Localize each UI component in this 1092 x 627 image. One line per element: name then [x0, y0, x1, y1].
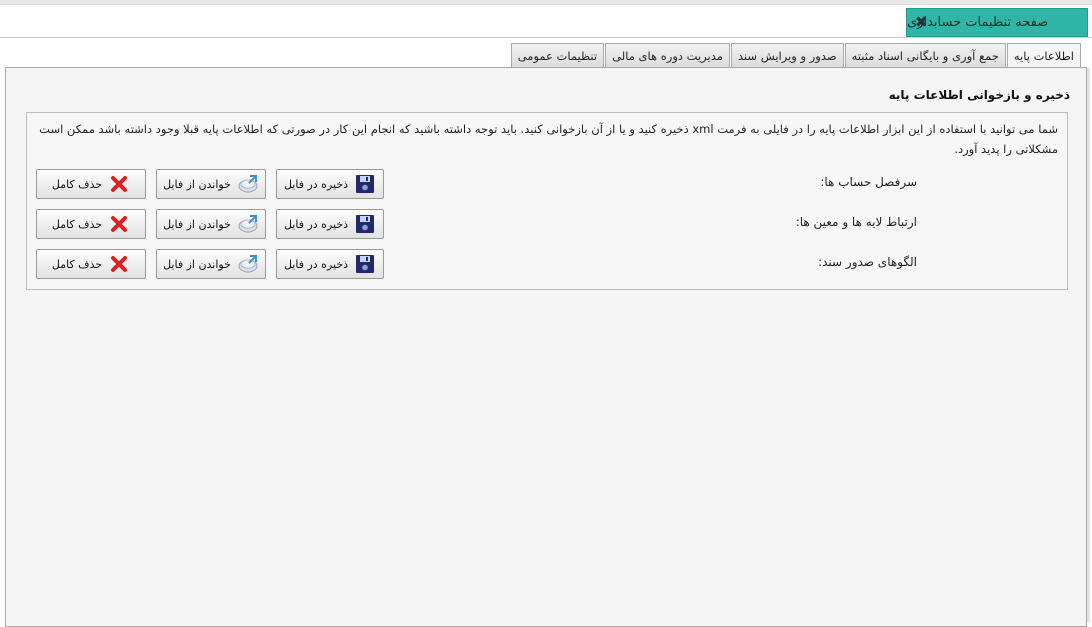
tab-label: مدیریت دوره های مالی	[612, 48, 723, 63]
scrollbar-edge[interactable]	[1087, 68, 1090, 622]
tab-voucher-issue-edit[interactable]: صدور و ویرایش سند	[730, 43, 844, 67]
tab-fiscal-periods[interactable]: مدیریت دوره های مالی	[605, 43, 730, 67]
close-icon[interactable]: ✖	[915, 15, 928, 30]
row-layers-and-subsidiaries: ارتباط لایه ها و معین ها: ذخیره در فایل …	[36, 209, 1067, 239]
section-title: ذخیره و بازخوانی اطلاعات پایه	[888, 88, 1070, 102]
button-label: خواندن از فایل	[163, 177, 231, 191]
header-divider	[0, 37, 1092, 38]
row-label: سرفصل حساب ها:	[820, 175, 917, 189]
basic-info-fieldset: شما می توانید با استفاده از این ابزار اط…	[26, 112, 1068, 290]
tab-label: تنظیمات عمومی	[517, 48, 598, 63]
button-label: ذخیره در فایل	[283, 257, 349, 271]
read-from-file-button[interactable]: خواندن از فایل	[156, 249, 266, 279]
button-label: خواندن از فایل	[163, 217, 231, 231]
tab-basic-info[interactable]: اطلاعات پایه	[1006, 43, 1081, 68]
window-title: صفحه تنظیمات حسابداری	[907, 15, 1049, 30]
row-label: ارتباط لایه ها و معین ها:	[795, 215, 917, 229]
delete-all-button[interactable]: حذف کامل	[36, 249, 146, 279]
load-file-icon	[237, 214, 259, 234]
tab-label: صدور و ویرایش سند	[737, 48, 837, 63]
button-label: حذف کامل	[51, 177, 103, 191]
button-label: ذخیره در فایل	[283, 177, 349, 191]
read-from-file-button[interactable]: خواندن از فایل	[156, 169, 266, 199]
delete-all-button[interactable]: حذف کامل	[36, 209, 146, 239]
save-to-file-button[interactable]: ذخیره در فایل	[276, 209, 384, 239]
read-from-file-button[interactable]: خواندن از فایل	[156, 209, 266, 239]
delete-all-button[interactable]: حذف کامل	[36, 169, 146, 199]
red-x-icon	[108, 174, 130, 194]
floppy-disk-icon	[354, 254, 376, 274]
save-to-file-button[interactable]: ذخیره در فایل	[276, 169, 384, 199]
tab-general-settings[interactable]: تنظیمات عمومی	[510, 43, 605, 67]
floppy-disk-icon	[354, 174, 376, 194]
row-label: الگوهای صدور سند:	[818, 255, 917, 269]
button-label: خواندن از فایل	[163, 257, 231, 271]
button-label: حذف کامل	[51, 257, 103, 271]
button-label: حذف کامل	[51, 217, 103, 231]
section-description: شما می توانید با استفاده از این ابزار اط…	[39, 122, 1058, 156]
tab-strip: اطلاعات پایه جمع آوری و بایگانی اسناد مث…	[510, 43, 1081, 68]
top-strip	[0, 0, 1092, 5]
tab-supporting-documents[interactable]: جمع آوری و بایگانی اسناد مثبته	[844, 43, 1006, 67]
red-x-icon	[108, 214, 130, 234]
button-label: ذخیره در فایل	[283, 217, 349, 231]
window-title-tab: ✖ صفحه تنظیمات حسابداری	[906, 8, 1088, 37]
row-voucher-templates: الگوهای صدور سند: ذخیره در فایل خواندن ا…	[36, 249, 1067, 279]
floppy-disk-icon	[354, 214, 376, 234]
row-chart-of-accounts: سرفصل حساب ها: ذخیره در فایل خواندن از ف…	[36, 169, 1067, 199]
load-file-icon	[237, 174, 259, 194]
tab-panel: ذخیره و بازخوانی اطلاعات پایه شما می توا…	[5, 67, 1087, 627]
red-x-icon	[108, 254, 130, 274]
save-to-file-button[interactable]: ذخیره در فایل	[276, 249, 384, 279]
tab-label: جمع آوری و بایگانی اسناد مثبته	[851, 48, 999, 63]
load-file-icon	[237, 254, 259, 274]
tab-label: اطلاعات پایه	[1013, 49, 1074, 63]
